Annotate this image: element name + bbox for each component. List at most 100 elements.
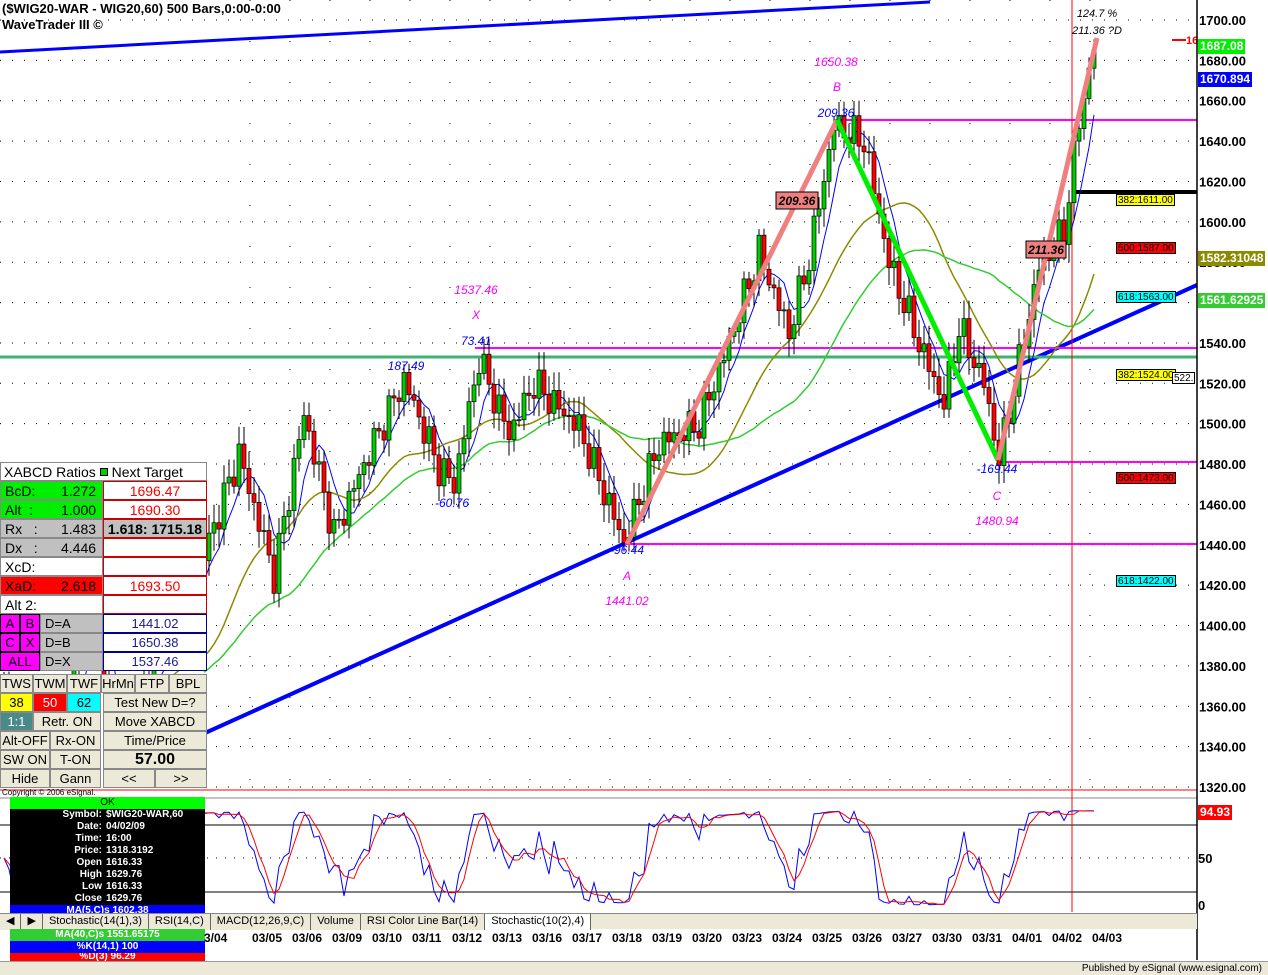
candle[interactable] bbox=[856, 100, 862, 165]
point-button[interactable]: B bbox=[20, 614, 40, 633]
next-button[interactable]: >> bbox=[155, 769, 207, 788]
candle[interactable] bbox=[246, 451, 252, 512]
candle[interactable] bbox=[476, 358, 482, 397]
point-button[interactable]: C bbox=[0, 633, 20, 652]
candle[interactable] bbox=[766, 262, 772, 292]
candle[interactable] bbox=[536, 352, 542, 417]
next-target-checkbox[interactable] bbox=[99, 467, 108, 476]
scroll-right-button[interactable]: ▶ bbox=[21, 913, 43, 930]
candle[interactable] bbox=[316, 449, 322, 482]
data-window-ok[interactable]: OK bbox=[10, 797, 205, 809]
candle[interactable] bbox=[311, 418, 317, 478]
candle[interactable] bbox=[821, 169, 827, 227]
point-button[interactable]: A bbox=[0, 614, 20, 633]
tp-button[interactable]: Time/Price bbox=[103, 731, 207, 750]
r38-button[interactable]: 38 bbox=[0, 693, 33, 712]
candle[interactable] bbox=[606, 475, 612, 524]
candle[interactable] bbox=[961, 300, 967, 355]
candle[interactable] bbox=[616, 502, 622, 544]
lower-trendline[interactable] bbox=[204, 283, 1198, 735]
candle[interactable] bbox=[656, 439, 662, 470]
study-tab[interactable]: Volume bbox=[311, 913, 361, 930]
candle[interactable] bbox=[466, 387, 472, 457]
study-tab[interactable]: Stochastic(10(2),4) bbox=[485, 913, 592, 930]
hide-button[interactable]: Hide bbox=[0, 769, 50, 788]
candle[interactable] bbox=[391, 388, 397, 417]
candle[interactable] bbox=[891, 244, 897, 286]
candle[interactable] bbox=[801, 265, 807, 291]
candle[interactable] bbox=[276, 518, 282, 608]
candle[interactable] bbox=[516, 402, 522, 427]
candle[interactable] bbox=[341, 509, 347, 534]
one-button[interactable]: 1:1 bbox=[0, 712, 33, 731]
candle[interactable] bbox=[236, 426, 242, 497]
candle[interactable] bbox=[361, 454, 367, 492]
candle[interactable] bbox=[916, 319, 922, 366]
d-equals-button[interactable]: D=B bbox=[40, 633, 103, 652]
candle[interactable] bbox=[576, 396, 582, 447]
candle[interactable] bbox=[216, 504, 222, 548]
hrmn-button[interactable]: HrMn bbox=[101, 674, 135, 693]
candle[interactable] bbox=[511, 403, 517, 452]
move-button[interactable]: Move XABCD bbox=[103, 712, 207, 731]
candle[interactable] bbox=[941, 376, 947, 418]
ftp-button[interactable]: FTP bbox=[135, 674, 169, 693]
candle[interactable] bbox=[526, 375, 532, 411]
candle[interactable] bbox=[496, 378, 502, 431]
candle[interactable] bbox=[921, 325, 927, 369]
d-equals-button[interactable]: D=X bbox=[40, 652, 103, 671]
candle[interactable] bbox=[266, 514, 272, 563]
candle[interactable] bbox=[556, 372, 562, 419]
twm-button[interactable]: TWM bbox=[33, 674, 67, 693]
rx-button[interactable]: Rx-ON bbox=[50, 731, 101, 750]
candle[interactable] bbox=[966, 300, 972, 375]
candle[interactable] bbox=[386, 389, 392, 457]
gann-button[interactable]: Gann bbox=[50, 769, 101, 788]
candle[interactable] bbox=[411, 385, 417, 408]
candle[interactable] bbox=[396, 390, 402, 420]
candle[interactable] bbox=[241, 426, 247, 483]
candle[interactable] bbox=[291, 444, 297, 528]
candle[interactable] bbox=[336, 508, 342, 529]
study-tab[interactable]: RSI Color Line Bar(14) bbox=[360, 913, 486, 930]
study-tab[interactable]: MACD(12,26,9,C) bbox=[210, 913, 312, 930]
test-button[interactable]: Test New D=? bbox=[103, 693, 207, 712]
point-button[interactable]: X bbox=[20, 633, 40, 652]
scroll-left-button[interactable]: ◀ bbox=[0, 913, 22, 930]
candle[interactable] bbox=[901, 280, 907, 326]
candle[interactable] bbox=[471, 370, 477, 418]
candle[interactable] bbox=[371, 421, 377, 476]
candle[interactable] bbox=[366, 455, 372, 480]
retr-button[interactable]: Retr. ON bbox=[33, 712, 101, 731]
candle[interactable] bbox=[666, 417, 672, 455]
study-tab[interactable]: RSI(14,C) bbox=[148, 913, 211, 930]
candle[interactable] bbox=[376, 422, 382, 439]
ton-button[interactable]: T-ON bbox=[50, 750, 101, 769]
candle[interactable] bbox=[306, 402, 312, 441]
twf-button[interactable]: TWF bbox=[67, 674, 101, 693]
d-equals-button[interactable]: D=A bbox=[40, 614, 103, 633]
candle[interactable] bbox=[601, 463, 607, 523]
candle[interactable] bbox=[811, 204, 817, 286]
candle[interactable] bbox=[251, 476, 257, 521]
candle[interactable] bbox=[696, 419, 702, 446]
candle[interactable] bbox=[261, 514, 267, 545]
candle[interactable] bbox=[826, 136, 832, 198]
r50-button[interactable]: 50 bbox=[33, 693, 67, 712]
candle[interactable] bbox=[571, 397, 577, 449]
candle[interactable] bbox=[296, 425, 302, 472]
r62-button[interactable]: 62 bbox=[67, 693, 101, 712]
candle[interactable] bbox=[531, 377, 537, 416]
candle[interactable] bbox=[301, 402, 307, 449]
candle[interactable] bbox=[776, 279, 782, 327]
candle[interactable] bbox=[796, 265, 802, 337]
candle[interactable] bbox=[231, 459, 237, 494]
sw-button[interactable]: SW ON bbox=[0, 750, 50, 769]
candle[interactable] bbox=[806, 259, 812, 295]
candle[interactable] bbox=[971, 339, 977, 382]
candle[interactable] bbox=[441, 446, 447, 497]
candle[interactable] bbox=[321, 450, 327, 511]
candle[interactable] bbox=[981, 345, 987, 396]
candle[interactable] bbox=[506, 404, 512, 456]
candle[interactable] bbox=[651, 438, 657, 475]
